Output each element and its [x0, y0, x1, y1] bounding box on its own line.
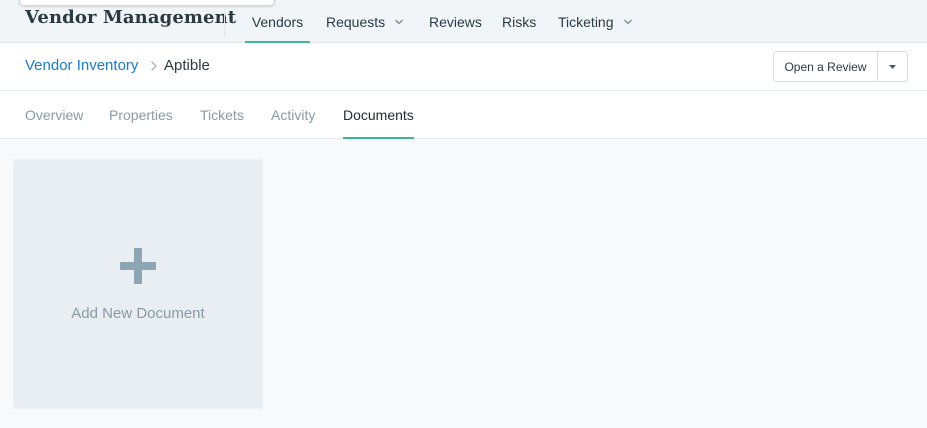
plus-icon	[120, 248, 156, 284]
tab-documents[interactable]: Documents	[343, 91, 414, 139]
chevron-down-icon	[395, 19, 404, 24]
caret-down-icon	[889, 64, 896, 69]
tab-tickets[interactable]: Tickets	[200, 91, 244, 138]
tab-activity[interactable]: Activity	[271, 91, 315, 138]
top-navigation-bar: Vendor Management Vendors Requests Revie…	[0, 0, 927, 43]
nav-risks-label: Risks	[502, 13, 537, 30]
divider	[224, 6, 225, 37]
open-review-button[interactable]: Open a Review	[774, 52, 878, 81]
tooltip-popover	[19, 0, 275, 6]
nav-vendors-label: Vendors	[251, 13, 304, 30]
tab-bar: Overview Properties Tickets Activity Doc…	[0, 91, 927, 139]
documents-panel: Add New Document	[0, 139, 927, 428]
open-review-dropdown-button[interactable]	[878, 52, 907, 81]
nav-risks[interactable]: Risks	[502, 0, 536, 43]
breadcrumb-current: Aptible	[164, 57, 210, 74]
nav-requests-label: Requests	[326, 13, 386, 30]
add-document-label: Add New Document	[71, 305, 205, 322]
app-title: Vendor Management	[25, 7, 237, 28]
tab-overview[interactable]: Overview	[25, 91, 83, 138]
breadcrumb-vendor-inventory[interactable]: Vendor Inventory	[25, 57, 138, 74]
chevron-right-icon	[151, 61, 157, 71]
nav-vendors[interactable]: Vendors	[245, 0, 310, 43]
nav-reviews-label: Reviews	[429, 13, 482, 30]
nav-requests[interactable]: Requests	[326, 0, 404, 43]
add-document-card[interactable]: Add New Document	[13, 159, 263, 409]
nav-ticketing[interactable]: Ticketing	[558, 0, 633, 43]
chevron-down-icon	[623, 19, 632, 24]
nav-reviews[interactable]: Reviews	[429, 0, 482, 43]
nav-ticketing-label: Ticketing	[558, 13, 614, 30]
open-review-button-group: Open a Review	[773, 51, 908, 82]
tab-properties[interactable]: Properties	[109, 91, 173, 138]
page-header: Vendor Inventory Aptible Open a Review	[0, 43, 927, 91]
